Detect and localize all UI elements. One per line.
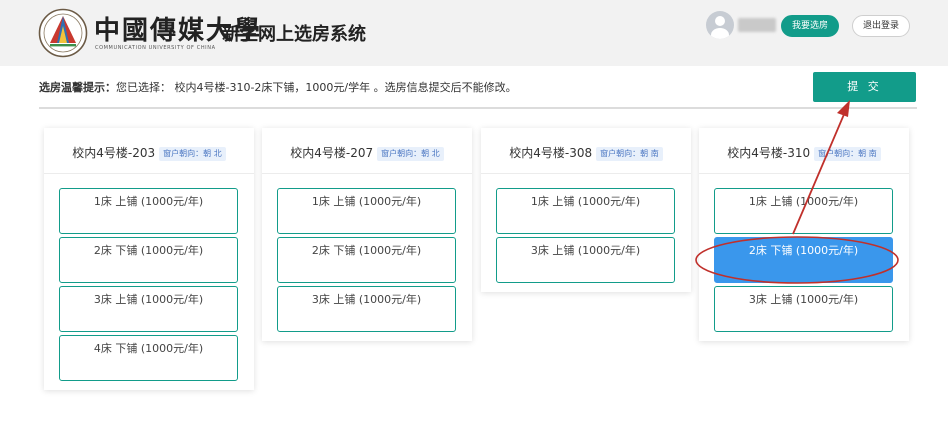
university-name-en: COMMUNICATION UNIVERSITY OF CHINA (95, 45, 216, 51)
room-card: 校内4号楼-310 窗户朝向：朝 南 1床 上铺 (1000元/年) 2床 下铺 … (699, 128, 909, 341)
bed-option[interactable]: 1床 上铺 (1000元/年) (59, 188, 238, 234)
room-card: 校内4号楼-207 窗户朝向：朝 北 1床 上铺 (1000元/年) 2床 下铺 … (262, 128, 472, 341)
selection-notice: 选房温馨提示：您已选择： 校内4号楼-310-2床下铺，1000元/学年 。选房… (39, 79, 517, 95)
room-card: 校内4号楼-203 窗户朝向：朝 北 1床 上铺 (1000元/年) 2床 下铺 … (44, 128, 254, 390)
bed-option[interactable]: 3床 上铺 (1000元/年) (277, 286, 456, 332)
my-room-button[interactable]: 我要选房 (781, 15, 839, 37)
bed-option-selected[interactable]: 2床 下铺 (1000元/年) (714, 237, 893, 283)
bed-option[interactable]: 1床 上铺 (1000元/年) (714, 188, 893, 234)
room-title: 校内4号楼-207 (290, 146, 374, 160)
bed-list: 1床 上铺 (1000元/年) 3床 上铺 (1000元/年) (481, 174, 691, 292)
bed-option[interactable]: 1床 上铺 (1000元/年) (277, 188, 456, 234)
room-title: 校内4号楼-308 (509, 146, 593, 160)
bed-option[interactable]: 2床 下铺 (1000元/年) (277, 237, 456, 283)
bed-list: 1床 上铺 (1000元/年) 2床 下铺 (1000元/年) 3床 上铺 (1… (262, 174, 472, 341)
system-title: 新生网上选房系统 (222, 24, 366, 45)
room-card-header: 校内4号楼-203 窗户朝向：朝 北 (44, 128, 254, 174)
bed-option[interactable]: 3床 上铺 (1000元/年) (496, 237, 675, 283)
room-title: 校内4号楼-203 (72, 146, 156, 160)
room-card-header: 校内4号楼-308 窗户朝向：朝 南 (481, 128, 691, 174)
bed-option[interactable]: 3床 上铺 (1000元/年) (59, 286, 238, 332)
username-blurred (738, 18, 776, 32)
room-card: 校内4号楼-308 窗户朝向：朝 南 1床 上铺 (1000元/年) 3床 上铺 … (481, 128, 691, 292)
notice-label: 选房温馨提示： (39, 81, 116, 94)
university-logo (38, 8, 88, 58)
submit-button[interactable]: 提 交 (813, 72, 916, 102)
divider (39, 107, 917, 109)
orientation-badge: 窗户朝向：朝 北 (377, 147, 444, 161)
bed-option[interactable]: 1床 上铺 (1000元/年) (496, 188, 675, 234)
room-title: 校内4号楼-310 (727, 146, 811, 160)
bed-option[interactable]: 3床 上铺 (1000元/年) (714, 286, 893, 332)
bed-option[interactable]: 2床 下铺 (1000元/年) (59, 237, 238, 283)
bed-option[interactable]: 4床 下铺 (1000元/年) (59, 335, 238, 381)
orientation-badge: 窗户朝向：朝 南 (814, 147, 881, 161)
user-avatar[interactable] (706, 11, 734, 39)
room-card-header: 校内4号楼-310 窗户朝向：朝 南 (699, 128, 909, 174)
orientation-badge: 窗户朝向：朝 南 (596, 147, 663, 161)
top-header: 中國傳媒大學 COMMUNICATION UNIVERSITY OF CHINA… (0, 0, 948, 66)
orientation-badge: 窗户朝向：朝 北 (159, 147, 226, 161)
logout-button[interactable]: 退出登录 (852, 15, 910, 37)
room-card-header: 校内4号楼-207 窗户朝向：朝 北 (262, 128, 472, 174)
bed-list: 1床 上铺 (1000元/年) 2床 下铺 (1000元/年) 3床 上铺 (1… (44, 174, 254, 390)
bed-list: 1床 上铺 (1000元/年) 2床 下铺 (1000元/年) 3床 上铺 (1… (699, 174, 909, 341)
notice-text: 您已选择： 校内4号楼-310-2床下铺，1000元/学年 。选房信息提交后不能… (116, 81, 517, 94)
